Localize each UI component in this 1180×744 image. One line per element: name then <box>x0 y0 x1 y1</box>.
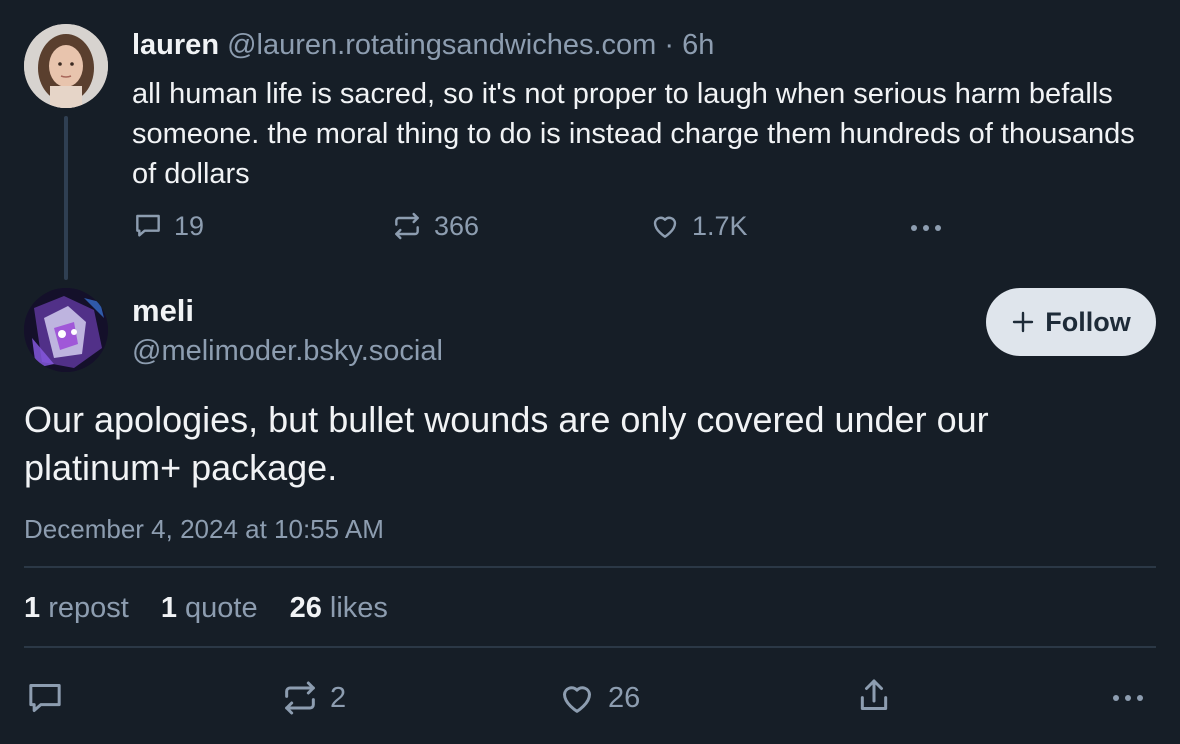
parent-like-button[interactable]: 1.7K <box>648 208 748 244</box>
header-separator: · <box>664 29 675 61</box>
follow-button-label: Follow <box>1045 306 1131 337</box>
parent-repost-button[interactable]: 366 <box>390 208 479 244</box>
post-thread-view: lauren @lauren.rotatingsandwiches.com · … <box>0 0 1180 744</box>
parent-reply-button[interactable]: 19 <box>132 208 204 244</box>
reply-author-handle[interactable]: @melimoder.bsky.social <box>132 332 443 370</box>
parent-more-button[interactable] <box>906 208 946 244</box>
divider-bottom <box>24 646 1156 648</box>
likes-stat[interactable]: 26 likes <box>290 590 388 626</box>
parent-like-count: 1.7K <box>692 210 748 241</box>
reply-reply-button[interactable] <box>24 678 76 718</box>
likes-label: likes <box>329 592 388 624</box>
thread-connector-line <box>64 116 68 280</box>
reply-author-avatar[interactable] <box>24 288 108 372</box>
parent-post-age[interactable]: 6h <box>682 29 714 61</box>
parent-repost-count: 366 <box>434 210 480 241</box>
reply-author-name[interactable]: meli <box>132 292 194 330</box>
likes-count: 26 <box>289 592 322 624</box>
reposts-label: repost <box>48 592 129 624</box>
reply-like-count: 26 <box>608 681 641 714</box>
parent-reply-count: 19 <box>174 210 205 241</box>
divider-top <box>24 566 1156 568</box>
engagement-stats: 1 repost 1 quote 26 likes <box>24 590 388 626</box>
parent-post-header: lauren @lauren.rotatingsandwiches.com · … <box>132 28 714 62</box>
heart-icon <box>563 686 591 713</box>
parent-post-text: all human life is sacred, so it's not pr… <box>132 78 1135 190</box>
quotes-count: 1 <box>160 592 177 624</box>
reposts-count: 1 <box>24 592 41 624</box>
repost-icon <box>285 681 315 715</box>
share-icon <box>860 679 888 710</box>
quotes-stat[interactable]: 1 quote <box>161 590 258 626</box>
reply-post-text: Our apologies, but bullet wounds are onl… <box>24 399 989 488</box>
parent-author-name[interactable]: lauren <box>132 29 219 61</box>
reply-icon <box>136 214 160 237</box>
ellipsis-icon <box>911 225 941 231</box>
follow-button[interactable]: Follow <box>986 288 1156 356</box>
reply-repost-button[interactable]: 2 <box>280 678 346 718</box>
repost-icon <box>395 212 419 240</box>
reposts-stat[interactable]: 1 repost <box>24 590 129 626</box>
post-timestamp: December 4, 2024 at 10:55 AM <box>24 514 384 544</box>
parent-author-handle[interactable]: @lauren.rotatingsandwiches.com <box>227 29 656 61</box>
share-button[interactable] <box>854 676 894 716</box>
plus-icon <box>1013 311 1034 333</box>
reply-repost-count: 2 <box>330 681 347 714</box>
reply-like-button[interactable]: 26 <box>556 678 640 718</box>
parent-author-avatar[interactable] <box>24 24 108 108</box>
reply-icon <box>29 684 61 712</box>
heart-icon <box>653 216 677 238</box>
quotes-label: quote <box>185 592 258 624</box>
reply-more-button[interactable] <box>1108 678 1148 718</box>
ellipsis-icon <box>1113 695 1143 701</box>
